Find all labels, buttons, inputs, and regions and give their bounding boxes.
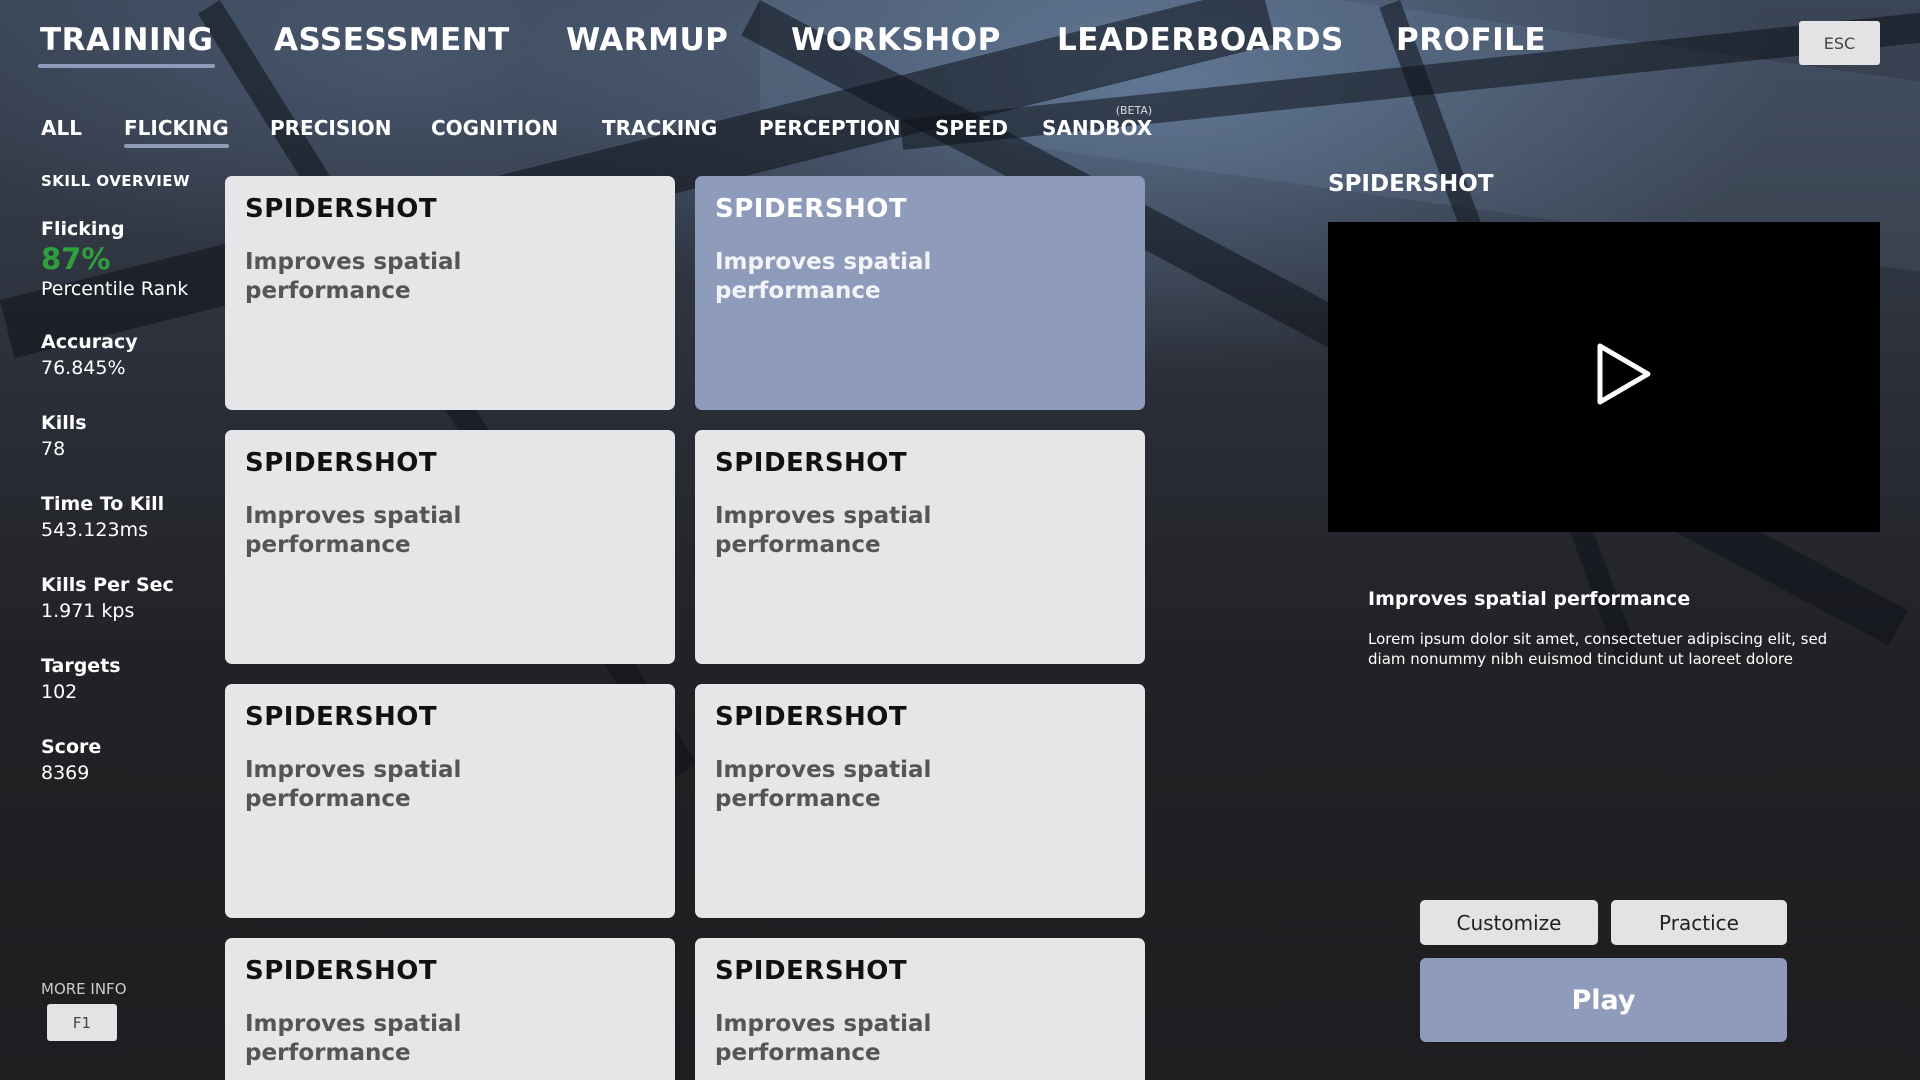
scenario-card[interactable]: SPIDERSHOT Improves spatial performance (225, 684, 675, 918)
esc-button[interactable]: ESC (1799, 21, 1880, 65)
stat-label: Kills (41, 412, 87, 434)
tab-training[interactable]: TRAINING (37, 22, 216, 68)
detail-description: Lorem ipsum dolor sit amet, consectetuer… (1368, 630, 1828, 668)
more-info-label: MORE INFO (41, 980, 127, 998)
category-cognition[interactable]: COGNITION (431, 116, 558, 140)
card-title: SPIDERSHOT (245, 702, 438, 732)
card-title: SPIDERSHOT (715, 194, 908, 224)
percentile-label: Percentile Rank (41, 278, 189, 300)
card-description: Improves spatial performance (715, 757, 932, 812)
stat-label: Time To Kill (41, 493, 165, 515)
scenario-card[interactable]: SPIDERSHOT Improves spatial performance (695, 430, 1145, 664)
stat-label: Score (41, 736, 102, 758)
scenario-card[interactable]: SPIDERSHOT Improves spatial performance (695, 684, 1145, 918)
card-description: Improves spatial performance (715, 249, 932, 304)
card-title: SPIDERSHOT (715, 448, 908, 478)
percentile-value: 87% (41, 242, 111, 276)
stat-label: Targets (41, 655, 121, 677)
video-preview[interactable] (1328, 222, 1880, 532)
tab-profile[interactable]: PROFILE (1396, 22, 1546, 58)
category-precision[interactable]: PRECISION (270, 116, 391, 140)
category-perception[interactable]: PERCEPTION (759, 116, 901, 140)
customize-button[interactable]: Customize (1420, 900, 1598, 945)
tab-warmup[interactable]: WARMUP (566, 22, 728, 58)
card-description: Improves spatial performance (245, 757, 462, 812)
stat-value: 78 (41, 438, 66, 460)
stat-value: 543.123ms (41, 519, 148, 541)
scenario-card-selected[interactable]: SPIDERSHOT Improves spatial performance (695, 176, 1145, 410)
stat-value: 76.845% (41, 357, 126, 379)
scenario-card[interactable]: SPIDERSHOT Improves spatial performance (225, 430, 675, 664)
detail-title: SPIDERSHOT (1328, 171, 1494, 197)
f1-button[interactable]: F1 (47, 1004, 117, 1041)
category-flicking[interactable]: FLICKING (124, 116, 229, 148)
scenario-card[interactable]: SPIDERSHOT Improves spatial performance (225, 938, 675, 1080)
category-speed[interactable]: SPEED (935, 116, 1008, 140)
stat-value: 1.971 kps (41, 600, 135, 622)
category-tracking[interactable]: TRACKING (602, 116, 717, 140)
stat-label: Kills Per Sec (41, 574, 174, 596)
practice-button[interactable]: Practice (1611, 900, 1787, 945)
card-description: Improves spatial performance (245, 249, 462, 304)
scenario-card[interactable]: SPIDERSHOT Improves spatial performance (225, 176, 675, 410)
category-sandbox[interactable]: SANDBOX (BETA) (1042, 104, 1153, 140)
stat-value: 8369 (41, 762, 90, 784)
card-title: SPIDERSHOT (715, 956, 908, 986)
tab-leaderboards[interactable]: LEADERBOARDS (1057, 22, 1344, 58)
tab-assessment[interactable]: ASSESSMENT (274, 22, 510, 58)
play-icon[interactable] (1594, 340, 1654, 408)
card-description: Improves spatial performance (245, 503, 462, 558)
skill-name: Flicking (41, 218, 125, 240)
stat-label: Accuracy (41, 331, 138, 353)
sandbox-label: SANDBOX (1042, 116, 1153, 140)
category-all[interactable]: ALL (41, 116, 82, 140)
card-title: SPIDERSHOT (245, 194, 438, 224)
card-title: SPIDERSHOT (715, 702, 908, 732)
card-description: Improves spatial performance (715, 503, 932, 558)
beta-badge: (BETA) (1115, 104, 1153, 117)
play-button[interactable]: Play (1420, 958, 1787, 1042)
stat-value: 102 (41, 681, 78, 703)
card-description: Improves spatial performance (245, 1011, 462, 1066)
scenario-card[interactable]: SPIDERSHOT Improves spatial performance (695, 938, 1145, 1080)
tab-workshop[interactable]: WORKSHOP (791, 22, 1001, 58)
skill-overview-panel: SKILL OVERVIEW Flicking 87% Percentile R… (41, 172, 211, 784)
skill-overview-title: SKILL OVERVIEW (41, 172, 191, 190)
card-title: SPIDERSHOT (245, 448, 438, 478)
card-description: Improves spatial performance (715, 1011, 932, 1066)
card-title: SPIDERSHOT (245, 956, 438, 986)
detail-heading: Improves spatial performance (1368, 588, 1691, 610)
